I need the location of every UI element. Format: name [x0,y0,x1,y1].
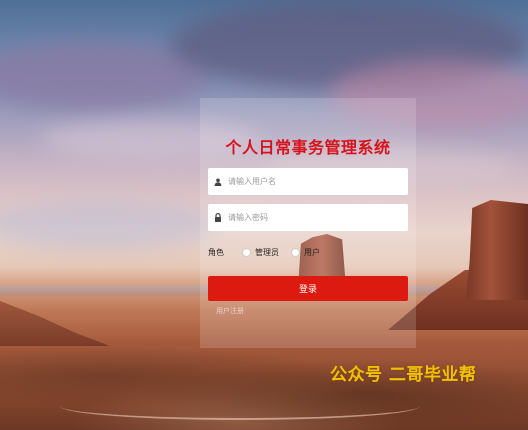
role-option-label: 用户 [304,247,320,257]
mesa [0,301,110,346]
password-input[interactable] [228,213,398,222]
lock-icon [208,213,228,222]
cloud [0,200,220,250]
login-button[interactable]: 登录 [208,276,408,301]
radio-button[interactable] [291,247,300,257]
role-label: 角色 [208,247,224,257]
watermark: 公众号 二哥毕业帮 [330,365,477,385]
username-input[interactable] [228,177,398,186]
password-field[interactable] [208,204,408,231]
role-option-label: 管理员 [255,247,279,257]
road [60,392,420,420]
role-option-user[interactable]: 用户 [291,247,320,258]
role-option-admin[interactable]: 管理员 [242,247,279,258]
butte [466,200,528,300]
username-field[interactable] [208,168,408,195]
register-link[interactable]: 用户注册 [216,306,244,316]
user-icon [208,178,228,186]
role-selector: 角色 管理员 用户 [208,245,408,259]
page-title: 个人日常事务管理系统 [225,138,391,157]
radio-button[interactable] [242,247,251,257]
